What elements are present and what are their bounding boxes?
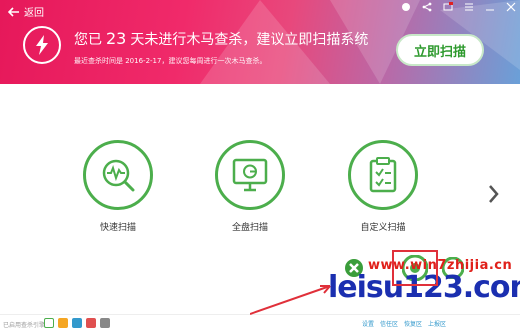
custom-scan-button[interactable]	[348, 140, 418, 210]
highlight-box	[392, 250, 438, 286]
custom-checklist-icon	[369, 157, 397, 193]
days-count: 23	[106, 29, 127, 48]
last-scan-info: 最近查杀时间是 2016-2-17，建议您每周进行一次木马查杀。	[74, 57, 267, 65]
engine-red-icon[interactable]	[86, 318, 96, 328]
quick-scan-label[interactable]: 快速扫描	[73, 220, 163, 233]
restore-zone-link[interactable]: 恢复区	[404, 319, 422, 328]
monitor-icon	[232, 158, 268, 192]
header-banner: 返回 您已 23 天未进行木马查杀，建议立即扫描系统 最近查杀时间是 2016-2-…	[0, 0, 520, 84]
full-scan-label[interactable]: 全盘扫描	[205, 220, 295, 233]
engine-cloud-icon[interactable]	[44, 318, 54, 328]
engine-icons	[44, 318, 110, 328]
lightning-icon	[23, 26, 61, 64]
custom-scan-label[interactable]: 自定义扫描	[338, 220, 428, 233]
engine-qvm-icon[interactable]	[58, 318, 68, 328]
scan-now-button[interactable]: 立即扫描	[396, 34, 484, 66]
share-icon[interactable]	[422, 2, 432, 12]
full-scan-button[interactable]	[215, 140, 285, 210]
message-icon[interactable]	[443, 2, 453, 12]
back-label: 返回	[24, 8, 44, 19]
engine-system-icon[interactable]	[72, 318, 82, 328]
engine-gray-icon[interactable]	[100, 318, 110, 328]
pulse-icon	[102, 159, 135, 192]
minimize-icon[interactable]	[485, 2, 495, 12]
close-icon[interactable]	[506, 2, 516, 12]
footer-links: 设置 信任区 恢复区 上报区	[362, 319, 446, 328]
headline: 您已 23 天未进行木马查杀，建议立即扫描系统	[74, 29, 368, 49]
headline-prefix: 您已	[74, 32, 102, 48]
window-controls	[401, 2, 516, 12]
settings-link[interactable]: 设置	[362, 319, 374, 328]
report-zone-link[interactable]: 上报区	[428, 319, 446, 328]
avatar-icon[interactable]	[401, 2, 411, 12]
quick-scan-button[interactable]	[83, 140, 153, 210]
headline-suffix: 天未进行木马查杀，建议立即扫描系统	[130, 32, 369, 48]
back-button[interactable]: 返回	[8, 4, 44, 19]
menu-icon[interactable]	[464, 2, 474, 12]
trust-zone-link[interactable]: 信任区	[380, 319, 398, 328]
annotation-arrow	[250, 285, 331, 315]
chevron-right-icon[interactable]	[487, 183, 499, 205]
back-arrow-icon	[8, 6, 19, 17]
